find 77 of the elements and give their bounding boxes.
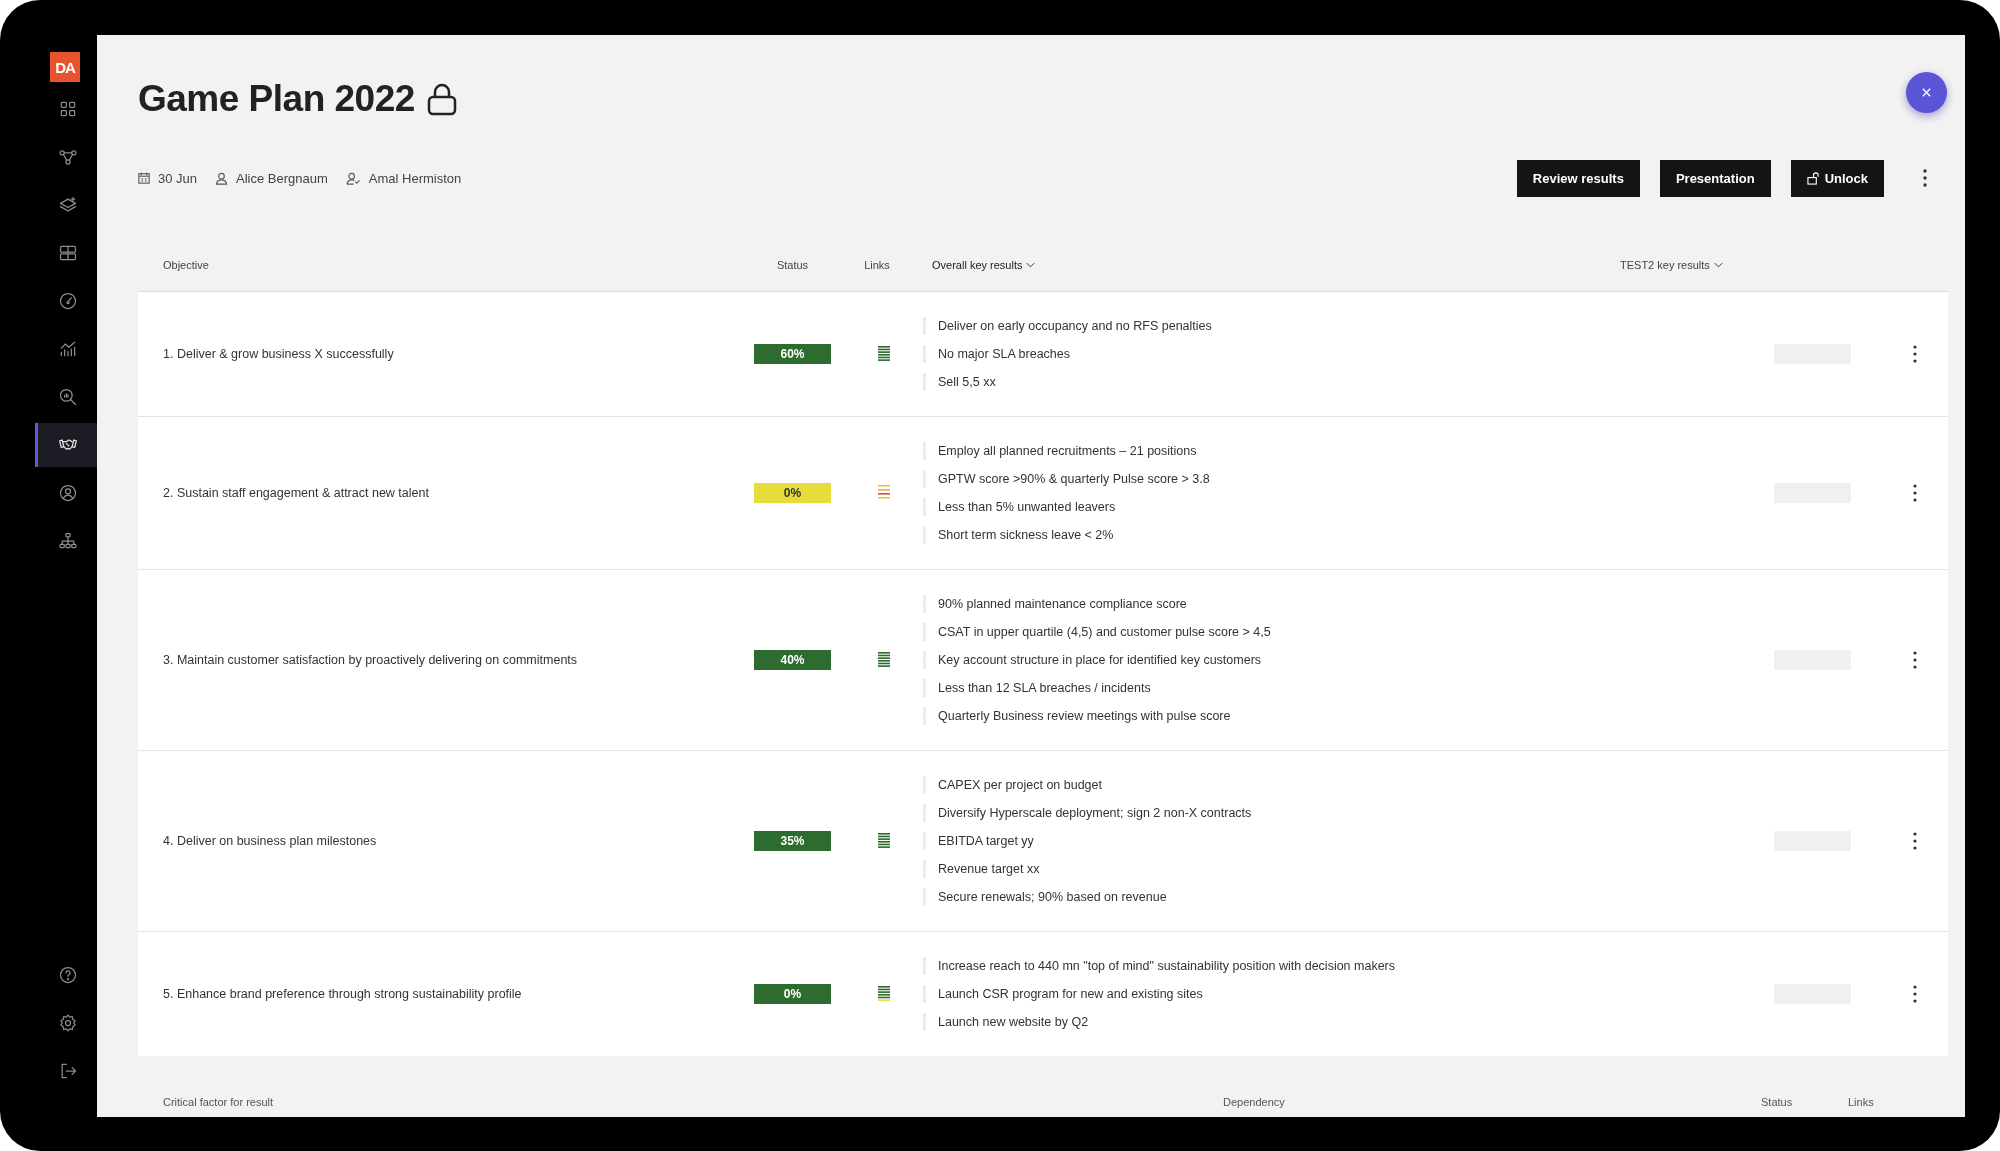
more-icon[interactable] bbox=[1912, 650, 1918, 670]
gauge-icon bbox=[57, 291, 78, 311]
column-header: Links bbox=[1848, 1096, 1875, 1108]
links-icon[interactable] bbox=[878, 832, 890, 850]
objective-text: 2. Sustain staff engagement & attract new talent bbox=[162, 486, 430, 500]
key-result-text: Short term sickness leave < 2% bbox=[938, 528, 1114, 542]
column-header: Status bbox=[775, 259, 810, 271]
objective-text: 1. Deliver & grow business X successfully bbox=[162, 347, 395, 361]
objective-text: 4. Deliver on business plan milestones bbox=[162, 834, 378, 848]
person-check-icon bbox=[345, 171, 361, 185]
user-icon bbox=[57, 483, 78, 503]
help-icon bbox=[57, 965, 78, 985]
page-title: Game Plan 2022 bbox=[138, 78, 415, 120]
key-result-text: Revenue target xx bbox=[938, 862, 1040, 876]
person-icon bbox=[215, 171, 229, 185]
table-row[interactable]: 1. Deliver & grow business X successfully 60% Deliver on early occupancy and no RFS penalties No major SLA breaches Sell 5,5 xx bbox=[138, 292, 1948, 417]
settings-icon bbox=[57, 1013, 78, 1033]
unlock-button[interactable]: Unlock bbox=[1790, 159, 1884, 197]
more-icon[interactable] bbox=[1922, 168, 1928, 188]
key-result-text: CSAT in upper quartile (4,5) and customer pulse score > 4,5 bbox=[938, 625, 1271, 639]
column-header: Critical factor for result bbox=[163, 1096, 275, 1108]
key-result-text: Launch CSR program for new and existing sites bbox=[938, 987, 1203, 1001]
table-icon bbox=[57, 243, 78, 263]
column-header: Dependency bbox=[1223, 1096, 1286, 1108]
chevron-down-icon bbox=[1026, 262, 1036, 268]
status-tag: 0% bbox=[754, 984, 831, 1004]
column-dropdown[interactable]: TEST2 key results bbox=[1620, 259, 1948, 271]
status-tag: 0% bbox=[754, 483, 831, 503]
objective-text: 5. Enhance brand preference through strong sustainability profile bbox=[162, 987, 523, 1001]
more-icon[interactable] bbox=[1912, 831, 1918, 851]
owner-name: Alice Bergnaum bbox=[236, 170, 328, 186]
close-button[interactable] bbox=[1906, 72, 1947, 113]
key-result-text: Diversify Hyperscale deployment; sign 2 non-X contracts bbox=[938, 806, 1252, 820]
column-dropdown[interactable]: Overall key results bbox=[932, 259, 1620, 271]
action-button[interactable]: Review results bbox=[1516, 159, 1640, 197]
key-result-text: Launch new website by Q2 bbox=[938, 1015, 1089, 1029]
key-result-text: Sell 5,5 xx bbox=[938, 375, 996, 389]
links-icon[interactable] bbox=[878, 484, 890, 502]
close-icon bbox=[1921, 87, 1932, 98]
chevron-down-icon bbox=[1713, 262, 1723, 268]
links-icon[interactable] bbox=[878, 985, 890, 1003]
key-result-text: Less than 5% unwanted leavers bbox=[938, 500, 1116, 514]
status-tag: 40% bbox=[754, 650, 831, 670]
column-header: Links bbox=[863, 259, 891, 271]
links-icon[interactable] bbox=[878, 651, 890, 669]
nodes-icon bbox=[57, 147, 78, 167]
key-result-text: GPTW score >90% & quarterly Pulse score > 3.8 bbox=[938, 472, 1210, 486]
more-icon[interactable] bbox=[1912, 984, 1918, 1004]
links-icon[interactable] bbox=[878, 345, 890, 363]
due-date: 30 Jun bbox=[158, 170, 198, 186]
action-button[interactable]: Presentation bbox=[1659, 159, 1771, 197]
objective-text: 3. Maintain customer satisfaction by proactively delivering on commitments bbox=[162, 653, 579, 667]
status-tag: 60% bbox=[754, 344, 831, 364]
key-result-text: No major SLA breaches bbox=[938, 347, 1070, 361]
key-result-text: Less than 12 SLA breaches / incidents bbox=[938, 681, 1151, 695]
unlock-icon bbox=[1806, 171, 1820, 185]
column-header: Status bbox=[1761, 1096, 1794, 1108]
hierarchy-icon bbox=[57, 531, 78, 551]
more-icon[interactable] bbox=[1912, 344, 1918, 364]
key-result-text: Increase reach to 440 mn "top of mind" sustainability position with decision makers bbox=[938, 959, 1396, 973]
key-result-text: Secure renewals; 90% based on revenue bbox=[938, 890, 1167, 904]
key-result-text: 90% planned maintenance compliance score bbox=[938, 597, 1187, 611]
more-icon[interactable] bbox=[1912, 483, 1918, 503]
calendar-icon bbox=[138, 172, 150, 184]
nav-item[interactable] bbox=[35, 423, 97, 467]
key-result-text: Key account structure in place for identified key customers bbox=[938, 653, 1262, 667]
search-icon bbox=[57, 387, 78, 407]
column-header: Objective bbox=[162, 259, 210, 271]
key-result-text: Quarterly Business review meetings with pulse score bbox=[938, 709, 1231, 723]
key-result-text: Employ all planned recruitments – 21 positions bbox=[938, 444, 1197, 458]
approver-name: Amal Hermiston bbox=[368, 170, 462, 186]
status-tag: 35% bbox=[754, 831, 831, 851]
key-result-text: CAPEX per project on budget bbox=[938, 778, 1102, 792]
key-result-text: EBITDA target yy bbox=[938, 834, 1034, 848]
app-logo[interactable]: DA bbox=[50, 52, 80, 82]
table-row[interactable]: 4. Deliver on business plan milestones 35% CAPEX per project on budget Diversify Hyperscale deployment; sign 2 non-X contracts EBITDA target yy Revenue target xx Secure renewals; 90% based on revenue bbox=[138, 751, 1948, 932]
key-result-text: Deliver on early occupancy and no RFS penalties bbox=[938, 319, 1212, 333]
